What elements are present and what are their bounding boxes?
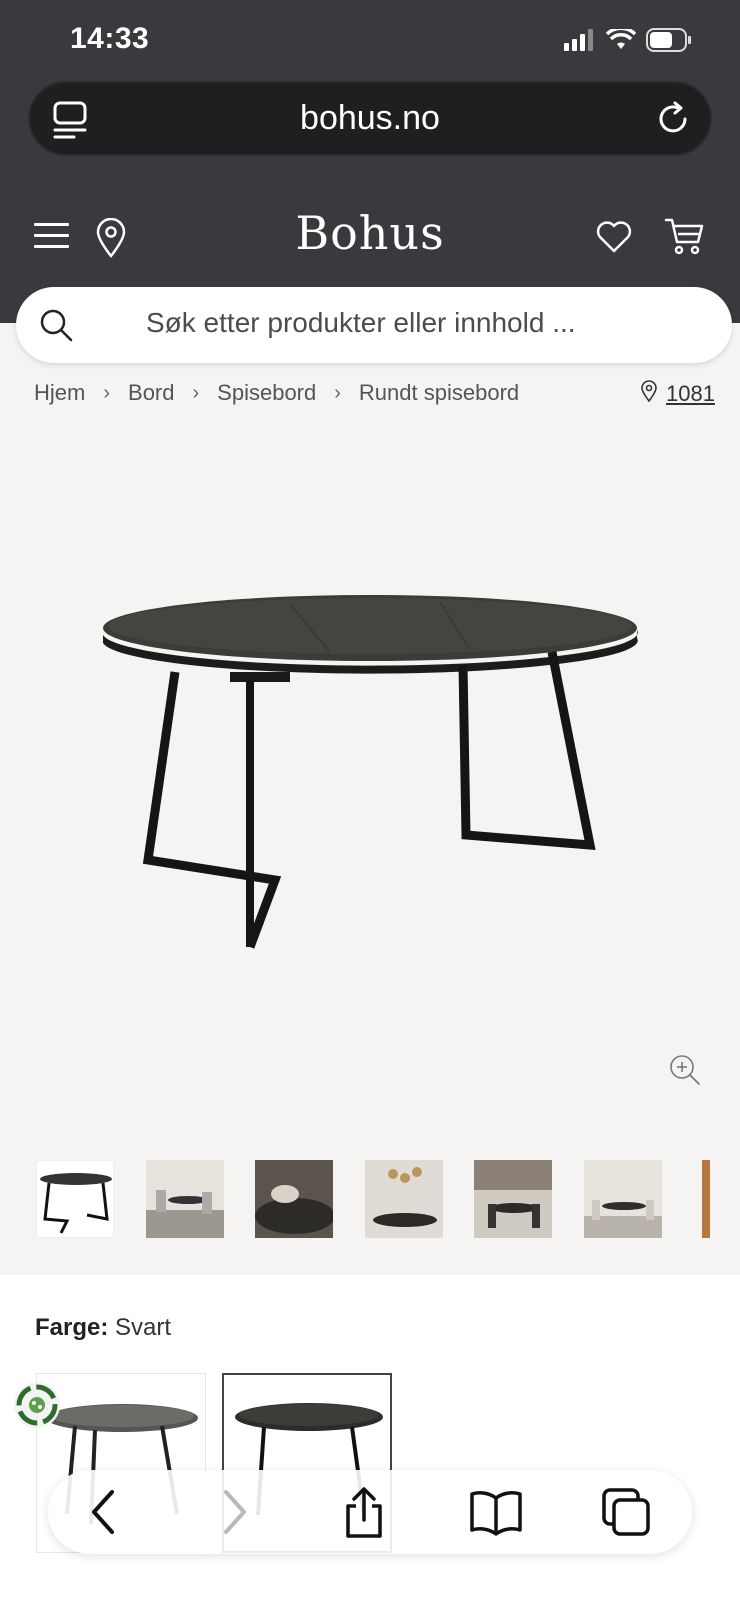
chevron-right-icon: › [334, 381, 341, 404]
zoom-in-icon[interactable] [668, 1053, 702, 1092]
reload-icon[interactable] [654, 100, 692, 143]
battery-icon [646, 28, 692, 57]
thumbnail-strip [0, 1160, 740, 1240]
url-text[interactable]: bohus.no [30, 99, 710, 138]
thumbnail-6[interactable] [584, 1160, 662, 1238]
postal-code[interactable]: 1081 [666, 381, 715, 407]
thumbnail-4[interactable] [365, 1160, 443, 1238]
thumbnail-5[interactable] [474, 1160, 552, 1238]
address-bar[interactable]: bohus.no [28, 81, 712, 156]
wifi-icon [605, 26, 637, 56]
thumbnail-1[interactable] [36, 1160, 114, 1238]
search-input[interactable]: Søk etter produkter eller innhold ... [16, 287, 732, 363]
page: 14:33 bohus.no Bohus Søk etter produkter… [0, 0, 740, 1600]
sustainability-badge-icon[interactable] [12, 1380, 62, 1435]
breadcrumb: Hjem › Bord › Spisebord › Rundt spisebor… [34, 380, 519, 406]
status-time: 14:33 [70, 22, 150, 55]
forward-icon[interactable] [214, 1486, 254, 1543]
browser-toolbar [48, 1470, 692, 1554]
breadcrumb-item-bord[interactable]: Bord [128, 380, 174, 406]
bookmarks-icon[interactable] [468, 1486, 524, 1543]
cart-icon[interactable] [664, 216, 706, 261]
location-pin-icon [640, 380, 658, 408]
search-icon [38, 307, 74, 348]
color-label-key: Farge: [35, 1314, 109, 1341]
chevron-right-icon: › [192, 381, 200, 404]
share-icon[interactable] [342, 1486, 386, 1545]
breadcrumb-item-spisebord[interactable]: Spisebord [217, 380, 316, 406]
thumbnail-7[interactable] [702, 1160, 710, 1238]
breadcrumb-item-home[interactable]: Hjem [34, 380, 85, 406]
color-value: Svart [115, 1314, 172, 1341]
product-image[interactable] [90, 590, 650, 975]
tabs-icon[interactable] [600, 1486, 652, 1543]
breadcrumb-item-current: Rundt spisebord [358, 380, 520, 405]
dining-table-illustration [103, 595, 638, 949]
postal-code-selector[interactable]: 1081 [640, 380, 715, 408]
status-icons [564, 26, 692, 57]
chevron-right-icon: › [103, 381, 111, 404]
thumbnail-2[interactable] [146, 1160, 224, 1238]
color-label: Farge: Svart [35, 1314, 171, 1342]
site-header: Bohus [0, 200, 740, 280]
back-icon[interactable] [84, 1486, 124, 1543]
thumbnail-3[interactable] [255, 1160, 333, 1238]
favorites-icon[interactable] [595, 218, 633, 259]
search-placeholder: Søk etter produkter eller innhold ... [146, 307, 576, 338]
signal-icon [564, 29, 596, 56]
